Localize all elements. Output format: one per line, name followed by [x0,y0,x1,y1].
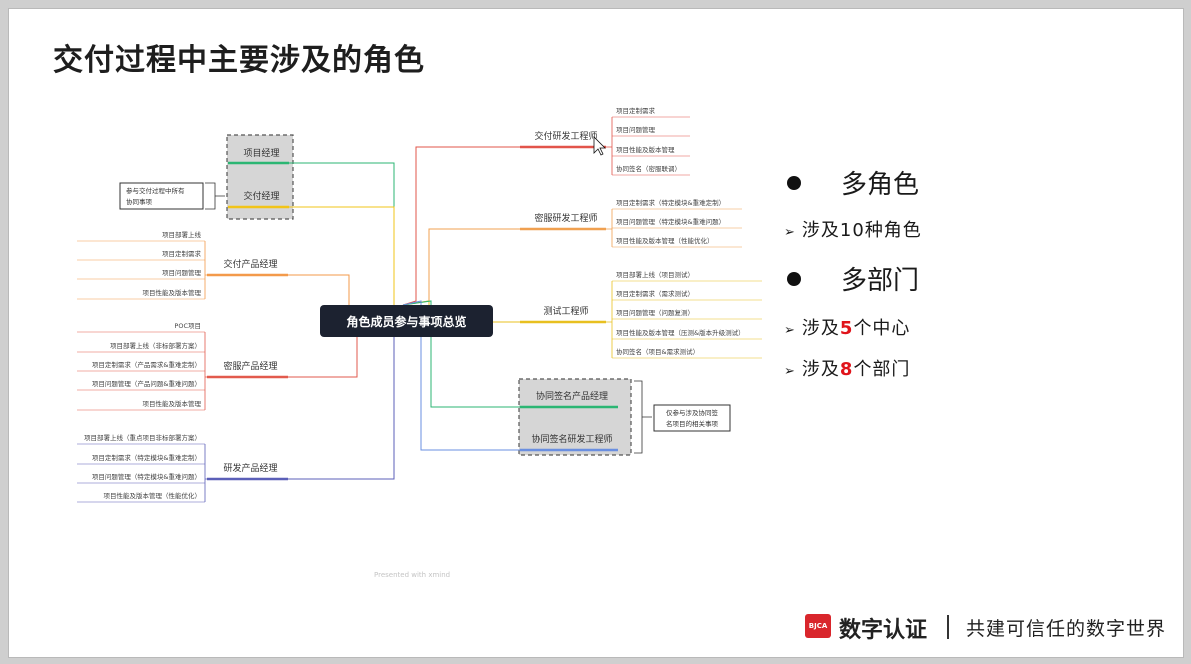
summary-sub-centers-num: 5 [839,318,854,339]
summary-sub-centers: ➢ 涉及5个中心 [784,314,910,340]
left-item-label: 项目性能及版本管理 [143,288,202,297]
left-note-line1: 参与交付过程中所有 [126,186,185,195]
right-item-trunk [606,281,613,358]
bjca-logo: BJCA [805,614,831,638]
left-item-label: 项目部署上线（非标部署方案） [110,341,201,350]
left-item-label: 项目性能及版本管理（性能优化） [104,491,202,500]
summary-sub-depts-suffix: 个部门 [853,359,911,380]
arrow-bullet-icon: ➢ [784,323,796,338]
summary-sub-depts-num: 8 [839,359,854,380]
right-branch-label: 测试工程师 [543,305,588,317]
slide: 交付过程中主要涉及的角色 项目经理 交付经理 交付产品经理 项目部署上线 项目定制需求项… [8,8,1184,658]
summary-point-roles: 多角色 [787,164,919,201]
right-item-label: 项目问题管理 [616,125,656,134]
left-item-trunk [204,444,207,502]
left-branch-label: 研发产品经理 [223,462,277,474]
left-branch-label: 交付经理 [243,190,279,202]
left-item-label: 项目问题管理（产品问题&重难问题） [92,379,201,388]
left-item-label: 项目性能及版本管理 [143,399,202,408]
summary-sub-depts: ➢ 涉及8个部门 [784,355,910,381]
summary-sub-roles: ➢ 涉及10种角色 [784,216,922,242]
right-item-label: 项目问题管理（问题复测） [616,308,694,317]
right-note-bracket [634,380,652,454]
left-item-label: 项目定制需求（产品需求&重难定制） [92,360,201,369]
footer-divider [947,615,949,639]
left-note-line2: 协同事项 [126,197,153,206]
mouse-cursor-icon [593,136,606,156]
summary-sub-roles-suffix: 种角色 [864,220,922,241]
left-branch-label: 项目经理 [243,147,279,159]
right-item-label: 项目问题管理（特定模块&重难问题） [616,217,725,226]
summary-point-depts-label: 多部门 [841,266,920,296]
right-item-trunk [606,209,613,247]
left-branch-connector [289,162,395,305]
right-item-trunk [606,117,613,175]
center-node-label: 角色成员参与事项总览 [346,314,466,329]
summary-sub-roles-prefix: 涉及 [801,220,840,241]
right-item-label: 协同签名（项目&需求测试） [616,347,699,356]
right-branch-label: 协同签名产品经理 [536,390,608,402]
left-branch-connector [289,206,395,305]
bullet-dot-icon [787,271,801,286]
left-item-label: POC项目 [174,322,201,330]
left-item-label: 项目部署上线（重点项目非标部署方案） [84,433,201,442]
right-branch-label: 密服研发工程师 [534,212,597,224]
left-item-trunk [204,241,207,299]
left-branch-label: 密服产品经理 [223,360,277,372]
mindmap: 项目经理交付经理交付产品经理项目部署上线项目定制需求项目问题管理项目性能及版本管… [77,106,762,503]
arrow-bullet-icon: ➢ [784,364,796,379]
summary-point-roles-label: 多角色 [841,170,920,200]
right-item-label: 项目定制需求（需求测试） [616,289,694,298]
summary-sub-centers-prefix: 涉及 [801,318,840,339]
right-item-label: 项目性能及版本管理（压测&版本升级测试） [616,328,745,337]
right-branch-connector [402,146,520,306]
left-item-label: 项目问题管理（特定模块&重难问题） [92,472,201,481]
arrow-bullet-icon: ➢ [784,225,796,240]
right-item-label: 项目性能及版本管理 [616,145,675,154]
left-item-label: 项目部署上线 [162,230,202,239]
right-item-label: 项目部署上线（项目测试） [616,270,694,279]
footer-brand: 数字认证 [839,618,928,643]
right-branch-connector [402,228,520,306]
xmind-watermark: Presented with xmind [374,571,451,579]
right-item-label: 协同签名（密服联调） [616,164,681,173]
summary-point-depts: 多部门 [787,260,919,297]
left-branch-connector [288,320,395,480]
left-item-label: 项目问题管理 [162,268,202,277]
right-branch-label: 协同签名研发工程师 [531,433,612,445]
bullet-dot-icon [787,175,801,190]
right-note-line2: 名项目的相关事项 [666,419,719,428]
left-item-label: 项目定制需求 [162,249,202,258]
right-note-line1: 仅参与涉及协同签 [666,408,719,417]
summary-sub-centers-suffix: 个中心 [853,318,911,339]
left-item-trunk [204,332,207,410]
right-branch-label: 交付研发工程师 [534,130,597,142]
left-item-label: 项目定制需求（特定模块&重难定制） [92,453,201,462]
summary-sub-depts-prefix: 涉及 [801,359,840,380]
footer-slogan: 共建可信任的数字世界 [966,618,1167,640]
left-note-bracket [205,182,225,210]
right-item-label: 项目定制需求 [616,106,656,115]
right-item-label: 项目性能及版本管理（性能优化） [616,236,714,245]
left-branch-label: 交付产品经理 [223,258,277,270]
summary-sub-roles-num: 10 [839,220,865,241]
right-item-label: 项目定制需求（特定模块&重难定制） [616,198,725,207]
